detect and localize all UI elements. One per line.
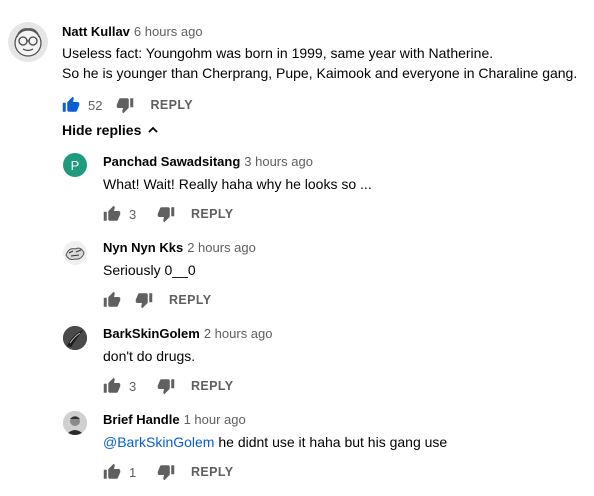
comment-text-body: he didnt use it haha but his gang use — [214, 434, 448, 450]
comment-header: Nyn Nyn Kks 2 hours ago — [103, 240, 256, 255]
thumbs-down-icon[interactable] — [157, 463, 175, 481]
like-count: 3 — [129, 378, 137, 394]
comment-line-2: So he is younger than Cherprang, Pupe, K… — [62, 65, 578, 81]
comment-text: What! Wait! Really haha why he looks so … — [103, 176, 372, 192]
thumbs-up-icon[interactable] — [62, 96, 80, 114]
person-avatar-icon — [63, 411, 87, 435]
reply-button[interactable]: REPLY — [169, 293, 212, 307]
author-name[interactable]: Panchad Sawadsitang — [103, 154, 240, 169]
thumbs-up-icon[interactable] — [103, 463, 121, 481]
golem-avatar-icon — [63, 326, 87, 350]
comment-text: don't do drugs. — [103, 348, 196, 364]
comment-header: Brief Handle 1 hour ago — [103, 412, 246, 427]
comment-time[interactable]: 1 hour ago — [184, 412, 246, 427]
reply-button[interactable]: REPLY — [191, 207, 234, 221]
comment-text: Seriously 0__0 — [103, 262, 196, 278]
thumbs-up-icon[interactable] — [103, 377, 121, 395]
thumbs-up-icon[interactable] — [103, 205, 121, 223]
author-name[interactable]: Nyn Nyn Kks — [103, 240, 183, 255]
comment-actions: 3 REPLY — [103, 204, 234, 224]
comment-time[interactable]: 6 hours ago — [134, 24, 203, 39]
author-name[interactable]: BarkSkinGolem — [103, 326, 200, 341]
avatar-letter: P — [70, 157, 80, 173]
avatar[interactable] — [8, 22, 48, 62]
like-count: 3 — [129, 206, 137, 222]
reply-button[interactable]: REPLY — [191, 379, 234, 393]
thumbs-down-icon[interactable] — [157, 205, 175, 223]
thumbs-down-icon[interactable] — [116, 96, 134, 114]
comment-text: @BarkSkinGolem he didnt use it haha but … — [103, 432, 447, 452]
comment-header: Panchad Sawadsitang 3 hours ago — [103, 154, 313, 169]
like-count: 52 — [88, 97, 103, 113]
reply-button[interactable]: REPLY — [191, 465, 234, 479]
avatar[interactable] — [63, 326, 87, 350]
author-name[interactable]: Brief Handle — [103, 412, 180, 427]
comment-time[interactable]: 2 hours ago — [204, 326, 273, 341]
sketch-avatar-icon — [65, 247, 85, 260]
avatar[interactable] — [63, 411, 87, 435]
comment-time[interactable]: 2 hours ago — [187, 240, 256, 255]
comment-time[interactable]: 3 hours ago — [244, 154, 313, 169]
thumbs-down-icon[interactable] — [135, 291, 153, 309]
comment-line-1: Useless fact: Youngohm was born in 1999,… — [62, 45, 494, 61]
chevron-up-icon — [148, 126, 159, 133]
reply-button[interactable]: REPLY — [150, 98, 193, 112]
avatar[interactable]: P — [63, 153, 87, 177]
hide-replies-toggle[interactable]: Hide replies — [62, 122, 159, 138]
avatar[interactable] — [63, 241, 87, 265]
comment-actions: 52 REPLY — [62, 95, 193, 115]
like-count: 1 — [129, 464, 137, 480]
comment-actions: 1 REPLY — [103, 462, 234, 482]
author-name[interactable]: Natt Kullav — [62, 24, 130, 39]
thumbs-down-icon[interactable] — [157, 377, 175, 395]
comment-header: Natt Kullav 6 hours ago — [62, 24, 203, 39]
cartoon-face-icon — [14, 28, 42, 57]
comment-actions: 3 REPLY — [103, 376, 234, 396]
comment-actions: REPLY — [103, 290, 212, 310]
hide-replies-label: Hide replies — [62, 122, 142, 138]
mention-link[interactable]: @BarkSkinGolem — [103, 434, 214, 450]
comment-header: BarkSkinGolem 2 hours ago — [103, 326, 273, 341]
thumbs-up-icon[interactable] — [103, 291, 121, 309]
